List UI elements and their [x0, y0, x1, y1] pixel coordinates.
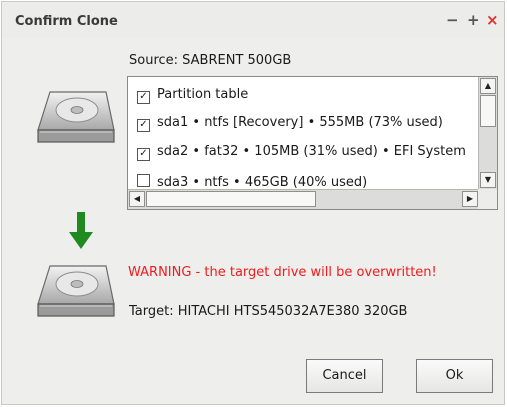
- minimize-button[interactable]: −: [446, 11, 459, 29]
- vertical-scrollbar[interactable]: ▲ ▼: [478, 77, 497, 189]
- scroll-corner: [478, 189, 497, 209]
- maximize-button[interactable]: +: [467, 11, 480, 29]
- ok-button[interactable]: Ok: [416, 359, 493, 393]
- list-item[interactable]: sda3 • ntfs • 465GB (40% used): [137, 174, 367, 189]
- partition-label: sda2 • fat32 • 105MB (31% used) • EFI Sy…: [157, 144, 466, 159]
- overwrite-warning: WARNING - the target drive will be overw…: [128, 265, 437, 280]
- source-label: Source: SABRENT 500GB: [129, 53, 292, 68]
- scroll-down-button[interactable]: ▼: [480, 172, 496, 188]
- hard-drive-icon: [37, 91, 115, 143]
- close-button[interactable]: ×: [486, 11, 499, 29]
- list-item[interactable]: ✓ sda1 • ntfs [Recovery] • 555MB (73% use…: [137, 115, 443, 135]
- title-bar: Confirm Clone − + ×: [2, 2, 504, 38]
- cancel-button[interactable]: Cancel: [306, 359, 383, 393]
- partition-checkbox[interactable]: ✓: [137, 119, 150, 132]
- partition-checkbox[interactable]: [137, 174, 150, 187]
- confirm-clone-dialog: Confirm Clone − + × Source: SABRENT 500G…: [1, 1, 505, 405]
- list-item[interactable]: ✓ sda2 • fat32 • 105MB (31% used) • EFI S…: [137, 144, 466, 164]
- partition-checkbox[interactable]: ✓: [137, 148, 150, 161]
- scroll-right-button[interactable]: ▶: [462, 191, 478, 207]
- horizontal-scrollbar[interactable]: ◀ ▶: [128, 189, 479, 209]
- partition-list[interactable]: ✓ Partition table ✓ sda1 • ntfs [Recovery]…: [127, 76, 498, 210]
- partition-list-viewport: ✓ Partition table ✓ sda1 • ntfs [Recovery]…: [128, 77, 479, 189]
- hard-drive-icon: [37, 265, 115, 317]
- scroll-up-button[interactable]: ▲: [480, 78, 496, 94]
- window-title: Confirm Clone: [15, 14, 118, 29]
- target-label: Target: HITACHI HTS545032A7E380 320GB: [129, 304, 408, 319]
- partition-label: sda3 • ntfs • 465GB (40% used): [157, 175, 368, 189]
- arrow-down-icon: [69, 212, 93, 249]
- horizontal-scroll-thumb[interactable]: [146, 191, 316, 207]
- vertical-scroll-thumb[interactable]: [480, 95, 496, 127]
- partition-label: sda1 • ntfs [Recovery] • 555MB (73% used…: [157, 115, 443, 130]
- partition-label: Partition table: [157, 87, 249, 102]
- list-item[interactable]: ✓ Partition table: [137, 87, 248, 107]
- partition-checkbox[interactable]: ✓: [137, 91, 150, 104]
- scroll-left-button[interactable]: ◀: [129, 191, 145, 207]
